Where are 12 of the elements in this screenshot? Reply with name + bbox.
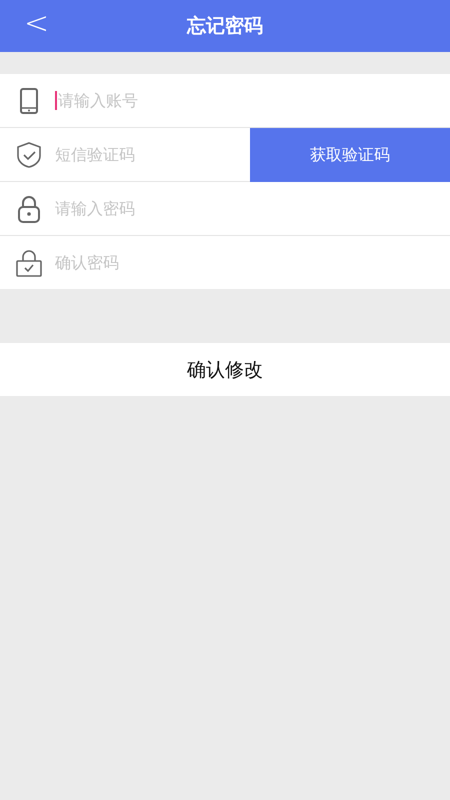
get-code-button[interactable]: 获取验证码 <box>250 128 450 182</box>
page-title: 忘记密码 <box>187 14 263 39</box>
input-field[interactable]: 请输入账号 <box>55 91 238 110</box>
shield-icon <box>16 142 42 168</box>
confirm-button[interactable]: 确认修改 <box>0 343 450 396</box>
lock-icon <box>16 248 42 276</box>
phone-icon <box>19 88 39 114</box>
back-button[interactable]: < <box>18 6 56 41</box>
lock-icon <box>17 194 41 222</box>
input-field[interactable]: 确认密码 <box>55 253 235 272</box>
input-field[interactable]: 请输入密码 <box>55 199 235 218</box>
input-field[interactable]: 短信验证码 <box>55 145 235 164</box>
